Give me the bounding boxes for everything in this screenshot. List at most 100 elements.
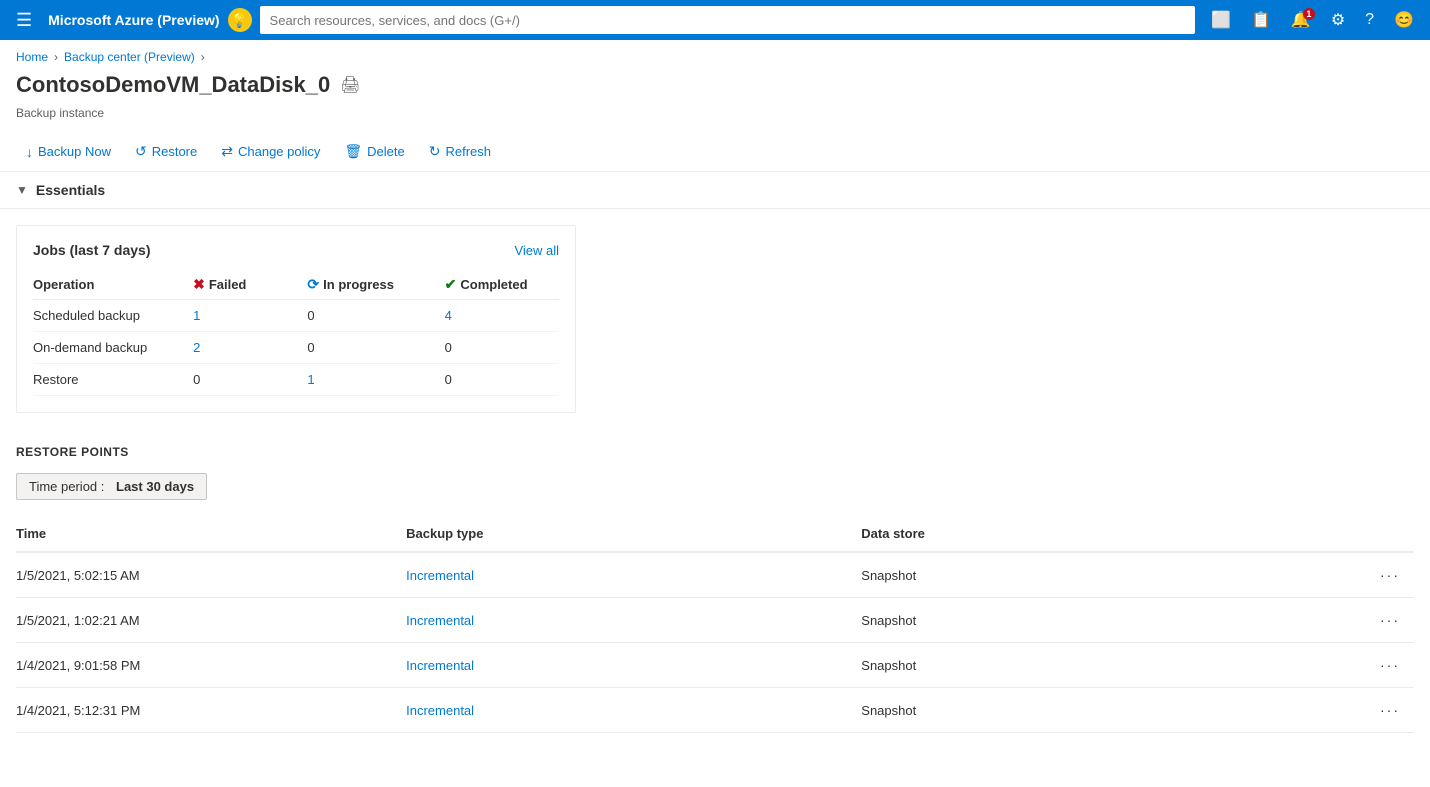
backup-now-button[interactable]: ↓ Backup Now — [16, 139, 121, 165]
delete-icon: 🗑 — [344, 143, 362, 160]
essentials-collapse-icon: ▼ — [16, 183, 28, 197]
more-options-button[interactable]: ··· — [1374, 610, 1406, 630]
hamburger-icon[interactable]: ☰ — [8, 6, 40, 35]
restore-icon: ↺ — [135, 143, 147, 160]
rp-backup-type: Incremental — [406, 552, 861, 598]
col-header-completed: ✔ Completed — [445, 270, 559, 300]
job-completed: 0 — [445, 332, 559, 364]
help-icon[interactable]: ? — [1357, 7, 1382, 33]
restore-button[interactable]: ↺ Restore — [125, 138, 207, 165]
restore-label: Restore — [152, 144, 198, 159]
rp-data-store: Snapshot — [861, 643, 1316, 688]
feedback-icon[interactable]: 📋 — [1243, 6, 1279, 34]
rp-backup-type: Incremental — [406, 598, 861, 643]
account-icon[interactable]: 😊 — [1386, 6, 1422, 34]
restore-point-row: 1/4/2021, 9:01:58 PM Incremental Snapsho… — [16, 643, 1414, 688]
app-title: Microsoft Azure (Preview) — [48, 12, 219, 28]
delete-button[interactable]: 🗑 Delete — [334, 138, 414, 165]
failed-status-icon: ✖ — [193, 276, 205, 293]
backup-type-link[interactable]: Incremental — [406, 703, 474, 718]
jobs-header: Jobs (last 7 days) View all — [33, 242, 559, 258]
view-all-link[interactable]: View all — [514, 243, 559, 258]
more-options-button[interactable]: ··· — [1374, 655, 1406, 675]
backup-type-link[interactable]: Incremental — [406, 613, 474, 628]
search-input[interactable] — [260, 6, 1196, 34]
rp-actions: ··· — [1316, 552, 1414, 598]
col-header-failed: ✖ Failed — [193, 270, 307, 300]
rp-data-store: Snapshot — [861, 688, 1316, 733]
toolbar: ↓ Backup Now ↺ Restore ⇄ Change policy 🗑… — [0, 132, 1430, 172]
completed-status-icon: ✔ — [445, 276, 457, 293]
rp-time: 1/4/2021, 5:12:31 PM — [16, 688, 406, 733]
essentials-header[interactable]: ▼ Essentials — [0, 172, 1430, 209]
job-failed: 2 — [193, 332, 307, 364]
jobs-table: Operation ✖ Failed ⟳ In progress ✔ — [33, 270, 559, 396]
backup-now-icon: ↓ — [26, 144, 33, 160]
breadcrumb: Home › Backup center (Preview) › — [0, 40, 1430, 68]
topbar: ☰ Microsoft Azure (Preview) 💡 ⬜ 📋 🔔 1 ⚙ … — [0, 0, 1430, 40]
rp-actions: ··· — [1316, 688, 1414, 733]
job-operation: Restore — [33, 364, 193, 396]
change-policy-button[interactable]: ⇄ Change policy — [211, 138, 330, 165]
restore-point-row: 1/5/2021, 1:02:21 AM Incremental Snapsho… — [16, 598, 1414, 643]
more-options-button[interactable]: ··· — [1374, 565, 1406, 585]
restore-points-table: Time Backup type Data store 1/5/2021, 5:… — [16, 516, 1414, 733]
change-policy-icon: ⇄ — [221, 143, 233, 160]
job-operation: Scheduled backup — [33, 300, 193, 332]
breadcrumb-parent[interactable]: Backup center (Preview) — [64, 50, 195, 64]
col-header-progress: ⟳ In progress — [307, 270, 444, 300]
failed-count-link[interactable]: 2 — [193, 340, 200, 355]
rp-actions: ··· — [1316, 643, 1414, 688]
job-completed: 0 — [445, 364, 559, 396]
lightbulb-icon[interactable]: 💡 — [228, 8, 252, 32]
delete-label: Delete — [367, 144, 405, 159]
col-header-operation: Operation — [33, 270, 193, 300]
refresh-button[interactable]: ↻ Refresh — [419, 138, 501, 165]
job-progress: 0 — [307, 300, 444, 332]
progress-count-link[interactable]: 1 — [307, 372, 314, 387]
completed-count-link[interactable]: 4 — [445, 308, 452, 323]
page-title: ContosoDemoVM_DataDisk_0 — [16, 72, 330, 98]
time-period-filter[interactable]: Time period : Last 30 days — [16, 473, 207, 500]
backup-type-link[interactable]: Incremental — [406, 568, 474, 583]
more-options-button[interactable]: ··· — [1374, 700, 1406, 720]
rp-backup-type: Incremental — [406, 688, 861, 733]
job-operation: On-demand backup — [33, 332, 193, 364]
jobs-table-row: Restore 0 1 0 — [33, 364, 559, 396]
completed-count: 0 — [445, 372, 452, 387]
topbar-icons: ⬜ 📋 🔔 1 ⚙ ? 😊 — [1203, 6, 1422, 34]
page-header: ContosoDemoVM_DataDisk_0 🖨 — [0, 68, 1430, 106]
job-progress: 1 — [307, 364, 444, 396]
jobs-table-row: Scheduled backup 1 0 4 — [33, 300, 559, 332]
breadcrumb-sep-1: › — [54, 50, 58, 64]
page-subtitle: Backup instance — [0, 106, 1430, 132]
jobs-card: Jobs (last 7 days) View all Operation ✖ … — [16, 225, 576, 413]
rp-time: 1/4/2021, 9:01:58 PM — [16, 643, 406, 688]
settings-icon[interactable]: ⚙ — [1323, 6, 1353, 34]
time-period-label: Time period : — [29, 479, 104, 494]
rp-actions: ··· — [1316, 598, 1414, 643]
rp-backup-type: Incremental — [406, 643, 861, 688]
rp-data-store: Snapshot — [861, 598, 1316, 643]
notifications-icon[interactable]: 🔔 1 — [1283, 6, 1319, 34]
refresh-icon: ↻ — [429, 143, 441, 160]
essentials-label: Essentials — [36, 182, 105, 198]
completed-count: 0 — [445, 340, 452, 355]
restore-points-section: RESTORE POINTS Time period : Last 30 day… — [0, 429, 1430, 749]
job-completed: 4 — [445, 300, 559, 332]
backup-type-link[interactable]: Incremental — [406, 658, 474, 673]
print-icon[interactable]: 🖨 — [340, 75, 360, 95]
rp-col-backup-type: Backup type — [406, 516, 861, 552]
job-failed: 0 — [193, 364, 307, 396]
terminal-icon[interactable]: ⬜ — [1203, 6, 1239, 34]
progress-count: 0 — [307, 340, 314, 355]
notification-badge: 1 — [1303, 8, 1315, 20]
failed-count: 0 — [193, 372, 200, 387]
job-progress: 0 — [307, 332, 444, 364]
restore-point-row: 1/5/2021, 5:02:15 AM Incremental Snapsho… — [16, 552, 1414, 598]
change-policy-label: Change policy — [238, 144, 320, 159]
breadcrumb-home[interactable]: Home — [16, 50, 48, 64]
progress-status-icon: ⟳ — [307, 276, 319, 293]
failed-count-link[interactable]: 1 — [193, 308, 200, 323]
restore-points-title: RESTORE POINTS — [16, 445, 1414, 459]
